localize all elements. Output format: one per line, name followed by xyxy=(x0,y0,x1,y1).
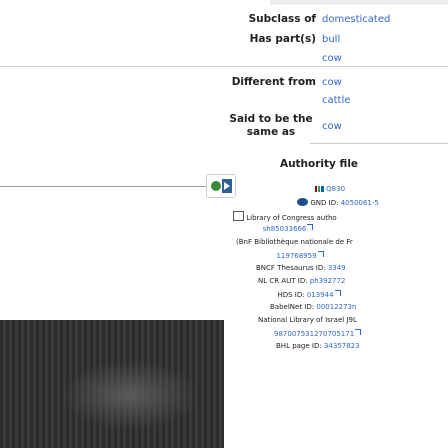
external-link-icon xyxy=(355,329,362,335)
connector-line xyxy=(0,186,206,187)
row-divider xyxy=(310,143,448,144)
row-divider xyxy=(0,66,448,67)
wikimedia-logo-icon xyxy=(211,179,232,193)
authority-prefix: NL CR AUT ID: xyxy=(258,277,308,285)
authority-entry: NL CR AUT ID: ph392772 xyxy=(258,277,448,285)
authority-entry: Library of Congress autho xyxy=(233,211,448,222)
authority-entry-continued: 119768959 xyxy=(250,251,350,260)
value-bull[interactable]: bull xyxy=(322,34,340,45)
authority-prefix: (BnF Bibliothèque nationale de Fr xyxy=(236,238,353,246)
external-link-icon xyxy=(317,251,324,257)
value-cow[interactable]: cow xyxy=(322,77,342,88)
authority-link[interactable]: 34357823 xyxy=(324,342,360,350)
authority-file-header: Authority file xyxy=(279,158,359,170)
authority-prefix: National Library of Israel J9L xyxy=(258,316,357,324)
authority-link[interactable]: ph392772 xyxy=(310,277,346,285)
row-label-line: same as xyxy=(246,126,296,138)
external-link-icon xyxy=(307,224,314,230)
authority-entry: HDS ID: 013944 xyxy=(244,290,374,299)
row-label-line: Said to be the xyxy=(229,113,313,125)
row-label-subclass-of: Subclass of xyxy=(248,13,316,25)
background-panel xyxy=(0,320,224,448)
authority-entry-continued: sh85033666 xyxy=(228,224,348,233)
logo-frame xyxy=(206,174,236,198)
authority-link[interactable]: 987007531270705171 xyxy=(274,330,354,338)
authority-entry: GND ID: 4050061-5 xyxy=(228,198,448,207)
authority-link[interactable]: 013944 xyxy=(307,291,334,299)
authority-entry: (BnF Bibliothèque nationale de Fr xyxy=(236,238,448,246)
authority-link[interactable]: 3349 xyxy=(328,264,346,272)
authority-entry: Q830 xyxy=(240,185,420,193)
wikidata-icon xyxy=(314,186,324,192)
authority-entry: BNCF Thesaurus ID: 3349 xyxy=(256,264,448,272)
authority-link[interactable]: Q830 xyxy=(326,185,345,193)
value-cattle[interactable]: cattle xyxy=(322,95,350,106)
authority-prefix: BabelNet ID: xyxy=(270,303,315,311)
gnd-icon xyxy=(297,198,309,206)
authority-link[interactable]: 119768959 xyxy=(276,252,316,260)
authority-prefix: HDS ID: xyxy=(277,291,305,299)
authority-prefix: BNCF Thesaurus ID: xyxy=(256,264,326,272)
row-label-said-to-be-same-as: Said to be the same as xyxy=(226,113,316,139)
authority-entry-continued: 987007531270705171 xyxy=(274,329,448,338)
value-domesticated[interactable]: domesticated xyxy=(322,14,390,25)
authority-entry: National Library of Israel J9L xyxy=(258,316,448,324)
library-of-congress-icon xyxy=(233,211,244,221)
authority-prefix: Library of Congress autho xyxy=(246,214,337,222)
row-label-different-from: Different from xyxy=(231,76,316,88)
value-cow[interactable]: cow xyxy=(322,53,342,64)
authority-entry: BHL page ID: 34357823 xyxy=(276,342,448,350)
value-cow[interactable]: cow xyxy=(322,121,342,132)
authority-entry: BabelNet ID: 00012273n xyxy=(270,303,448,311)
external-link-icon xyxy=(334,290,341,296)
panel-highlight xyxy=(60,360,200,430)
authority-prefix: BHL page ID: xyxy=(276,342,322,350)
row-label-has-parts: Has part(s) xyxy=(249,33,316,45)
authority-prefix: GND ID: xyxy=(310,199,339,207)
authority-link[interactable]: 00012273n xyxy=(316,303,356,311)
authority-link[interactable]: 4050061-5 xyxy=(341,199,379,207)
top-edge xyxy=(270,0,448,5)
authority-link[interactable]: sh85033666 xyxy=(263,225,307,233)
